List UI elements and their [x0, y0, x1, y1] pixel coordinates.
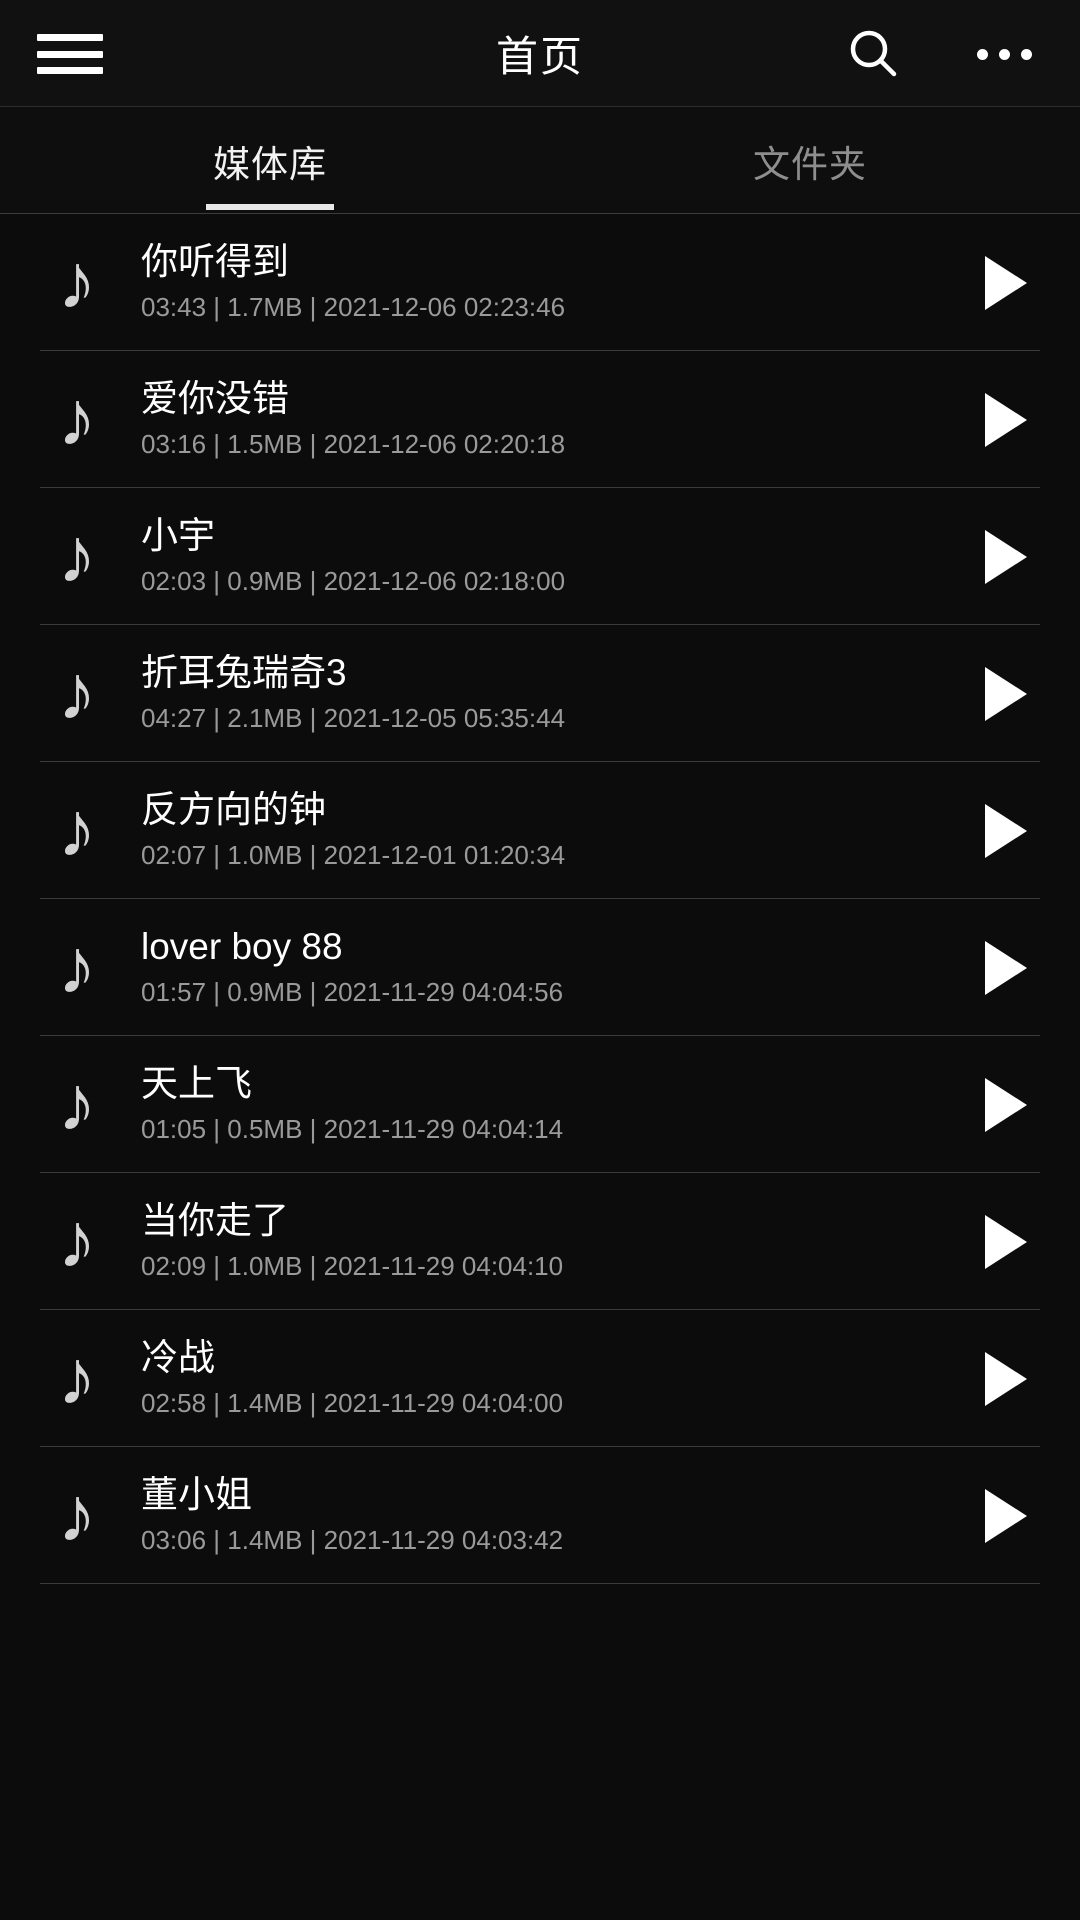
music-note-icon: ♪ [57, 1058, 97, 1147]
play-triangle [985, 940, 1027, 995]
play-triangle [985, 1488, 1027, 1543]
track-row[interactable]: ♪ 董小姐 03:06 | 1.4MB | 2021-11-29 04:03:42 [0, 1447, 1080, 1584]
track-info: 小宇 02:03 | 0.9MB | 2021-12-06 02:18:00 [114, 517, 958, 595]
music-note-icon: ♪ [57, 1195, 97, 1284]
music-note-icon: ♪ [57, 510, 97, 599]
music-note-icon: ♪ [57, 236, 97, 325]
play-icon[interactable] [958, 1057, 1054, 1153]
music-note-icon: ♪ [57, 1469, 97, 1558]
track-info: 爱你没错 03:16 | 1.5MB | 2021-12-06 02:20:18 [114, 380, 958, 458]
play-icon[interactable] [958, 920, 1054, 1016]
play-icon[interactable] [958, 1468, 1054, 1564]
play-icon[interactable] [958, 646, 1054, 742]
tab-folders[interactable]: 文件夹 [540, 107, 1080, 214]
track-info: 冷战 02:58 | 1.4MB | 2021-11-29 04:04:00 [114, 1339, 958, 1417]
track-title: 董小姐 [141, 1476, 252, 1516]
track-meta: 02:58 | 1.4MB | 2021-11-29 04:04:00 [141, 1390, 564, 1418]
music-note-icon: ♪ [57, 1332, 97, 1421]
play-icon[interactable] [958, 783, 1054, 879]
track-meta: 02:03 | 0.9MB | 2021-12-06 02:18:00 [141, 568, 566, 596]
music-note-icon: ♪ [57, 647, 97, 736]
track-title: 小宇 [141, 517, 215, 557]
play-icon[interactable] [958, 235, 1054, 331]
track-title: 冷战 [141, 1339, 215, 1379]
track-row[interactable]: ♪ 反方向的钟 02:07 | 1.0MB | 2021-12-01 01:20:3… [0, 762, 1080, 899]
track-row[interactable]: ♪ 折耳兔瑞奇3 04:27 | 2.1MB | 2021-12-05 05:35:… [0, 625, 1080, 762]
track-info: 反方向的钟 02:07 | 1.0MB | 2021-12-01 01:20:34 [114, 791, 958, 869]
track-row[interactable]: ♪ 爱你没错 03:16 | 1.5MB | 2021-12-06 02:20:18 [0, 351, 1080, 488]
track-meta: 03:16 | 1.5MB | 2021-12-06 02:20:18 [141, 431, 566, 459]
play-triangle [985, 1077, 1027, 1132]
tab-folders-label: 文件夹 [753, 143, 867, 185]
track-meta: 01:57 | 0.9MB | 2021-11-29 04:04:56 [141, 979, 564, 1007]
track-meta: 02:09 | 1.0MB | 2021-11-29 04:04:10 [141, 1253, 564, 1281]
more-dot-1 [976, 48, 988, 60]
play-icon[interactable] [958, 509, 1054, 605]
track-list: ♪ 你听得到 03:43 | 1.7MB | 2021-12-06 02:23:46… [0, 214, 1080, 1584]
track-info: 折耳兔瑞奇3 04:27 | 2.1MB | 2021-12-05 05:35:4… [114, 654, 958, 732]
track-info: 你听得到 03:43 | 1.7MB | 2021-12-06 02:23:46 [114, 243, 958, 321]
tab-bar: 媒体库 文件夹 [0, 107, 1080, 214]
track-title: lover boy 88 [141, 928, 343, 968]
more-options-icon[interactable] [962, 20, 1046, 88]
play-triangle [985, 255, 1027, 310]
tab-media-library[interactable]: 媒体库 [0, 107, 540, 214]
play-icon[interactable] [958, 372, 1054, 468]
music-note-icon: ♪ [57, 784, 97, 873]
play-icon[interactable] [958, 1331, 1054, 1427]
track-meta: 03:43 | 1.7MB | 2021-12-06 02:23:46 [141, 294, 566, 322]
music-note-icon: ♪ [57, 921, 97, 1010]
track-info: 当你走了 02:09 | 1.0MB | 2021-11-29 04:04:10 [114, 1202, 958, 1280]
track-title: 你听得到 [141, 243, 289, 283]
track-row[interactable]: ♪ lover boy 88 01:57 | 0.9MB | 2021-11-29 … [0, 899, 1080, 1036]
tab-active-indicator [206, 204, 334, 210]
track-row[interactable]: ♪ 天上飞 01:05 | 0.5MB | 2021-11-29 04:04:14 [0, 1036, 1080, 1173]
tab-media-library-label: 媒体库 [213, 143, 327, 185]
play-icon[interactable] [958, 1194, 1054, 1290]
play-triangle [985, 1214, 1027, 1269]
track-meta: 02:07 | 1.0MB | 2021-12-01 01:20:34 [141, 842, 566, 870]
play-triangle [985, 529, 1027, 584]
more-dot-3 [1020, 48, 1032, 60]
app-bar: 首页 [0, 0, 1080, 107]
track-title: 反方向的钟 [141, 791, 326, 831]
track-meta: 04:27 | 2.1MB | 2021-12-05 05:35:44 [141, 705, 566, 733]
track-title: 天上飞 [141, 1065, 252, 1105]
search-icon[interactable] [832, 20, 916, 88]
track-meta: 03:06 | 1.4MB | 2021-11-29 04:03:42 [141, 1527, 564, 1555]
track-info: 天上飞 01:05 | 0.5MB | 2021-11-29 04:04:14 [114, 1065, 958, 1143]
track-row[interactable]: ♪ 你听得到 03:43 | 1.7MB | 2021-12-06 02:23:46 [0, 214, 1080, 351]
track-title: 爱你没错 [141, 380, 289, 420]
track-info: 董小姐 03:06 | 1.4MB | 2021-11-29 04:03:42 [114, 1476, 958, 1554]
app-root: 首页 媒体库 文件夹 ♪ 你听得到 03:43 | 1.7MB | 2021-12-… [0, 0, 1080, 1920]
play-triangle [985, 666, 1027, 721]
play-triangle [985, 1351, 1027, 1406]
page-title: 首页 [495, 33, 584, 80]
row-divider [40, 1583, 1040, 1584]
track-info: lover boy 88 01:57 | 0.9MB | 2021-11-29 0… [114, 928, 958, 1006]
track-row[interactable]: ♪ 当你走了 02:09 | 1.0MB | 2021-11-29 04:04:10 [0, 1173, 1080, 1310]
play-triangle [985, 392, 1027, 447]
track-row[interactable]: ♪ 小宇 02:03 | 0.9MB | 2021-12-06 02:18:00 [0, 488, 1080, 625]
track-title: 当你走了 [141, 1202, 289, 1242]
more-dot-2 [998, 48, 1010, 60]
music-note-icon: ♪ [57, 373, 97, 462]
track-title: 折耳兔瑞奇3 [141, 654, 347, 694]
play-triangle [985, 803, 1027, 858]
track-row[interactable]: ♪ 冷战 02:58 | 1.4MB | 2021-11-29 04:04:00 [0, 1310, 1080, 1447]
track-meta: 01:05 | 0.5MB | 2021-11-29 04:04:14 [141, 1116, 564, 1144]
